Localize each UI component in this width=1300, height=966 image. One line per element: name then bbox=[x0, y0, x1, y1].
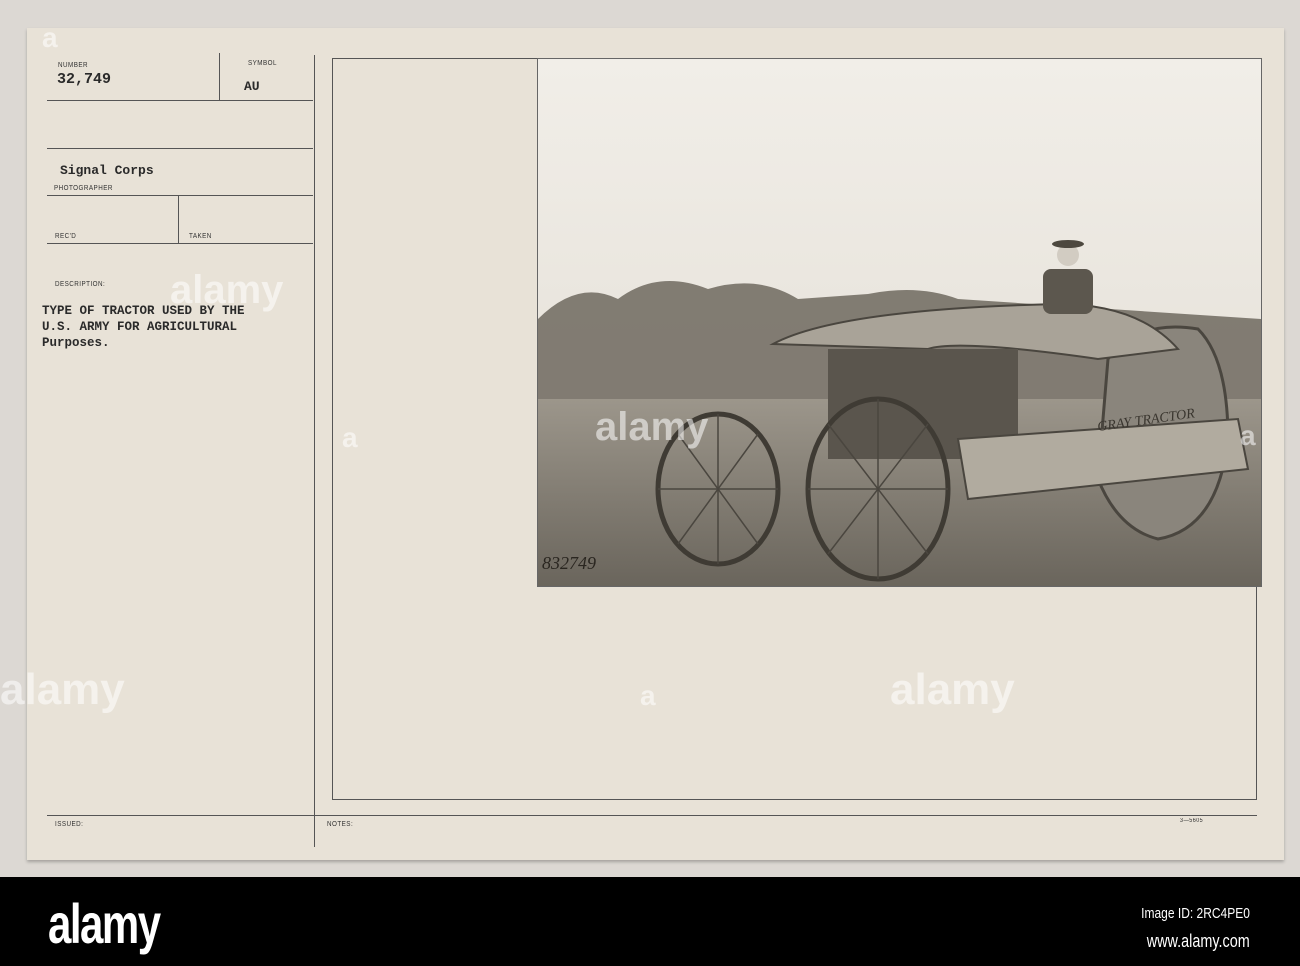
watermark: alamy bbox=[0, 665, 125, 714]
recd-label: REC'D bbox=[55, 233, 77, 240]
watermark-letter: a bbox=[42, 22, 58, 53]
watermark: alamy bbox=[890, 665, 1015, 714]
divider bbox=[178, 196, 179, 243]
watermark: alamy bbox=[170, 268, 284, 312]
form-number: 3—5605 bbox=[1180, 818, 1204, 824]
divider bbox=[47, 815, 1257, 816]
footer-bar: alamy Image ID: 2RC4PE0 www.alamy.com bbox=[0, 877, 1300, 966]
description-label: DESCRIPTION: bbox=[55, 281, 106, 288]
alamy-logo: alamy bbox=[48, 892, 161, 955]
record-number: 32,749 bbox=[57, 71, 112, 88]
photographer-label: PHOTOGRAPHER bbox=[54, 185, 113, 192]
symbol-value: AU bbox=[244, 79, 260, 94]
watermark-letter: a bbox=[640, 680, 656, 711]
number-label: NUMBER bbox=[58, 62, 89, 69]
soldier bbox=[1043, 269, 1093, 314]
tractor-photo-image: GRAY TRACTOR 832749 bbox=[538, 59, 1261, 586]
divider bbox=[314, 55, 315, 847]
taken-label: TAKEN bbox=[189, 233, 212, 240]
image-id: Image ID: 2RC4PE0 bbox=[1141, 905, 1250, 922]
negative-number: 832749 bbox=[542, 553, 596, 573]
issued-label: ISSUED: bbox=[55, 821, 84, 828]
symbol-label: SYMBOL bbox=[248, 60, 277, 67]
watermark: alamy bbox=[595, 405, 709, 449]
watermark-letter: a bbox=[342, 422, 358, 453]
photographer-value: Signal Corps bbox=[60, 163, 154, 178]
tractor-photograph: GRAY TRACTOR 832749 bbox=[537, 58, 1262, 587]
divider bbox=[219, 53, 220, 100]
notes-label: NOTES: bbox=[327, 821, 354, 828]
watermark-letter: a bbox=[1240, 420, 1256, 451]
site-url[interactable]: www.alamy.com bbox=[1147, 931, 1250, 952]
divider bbox=[47, 100, 313, 101]
divider bbox=[47, 148, 313, 149]
divider bbox=[47, 243, 313, 244]
divider bbox=[47, 195, 313, 196]
